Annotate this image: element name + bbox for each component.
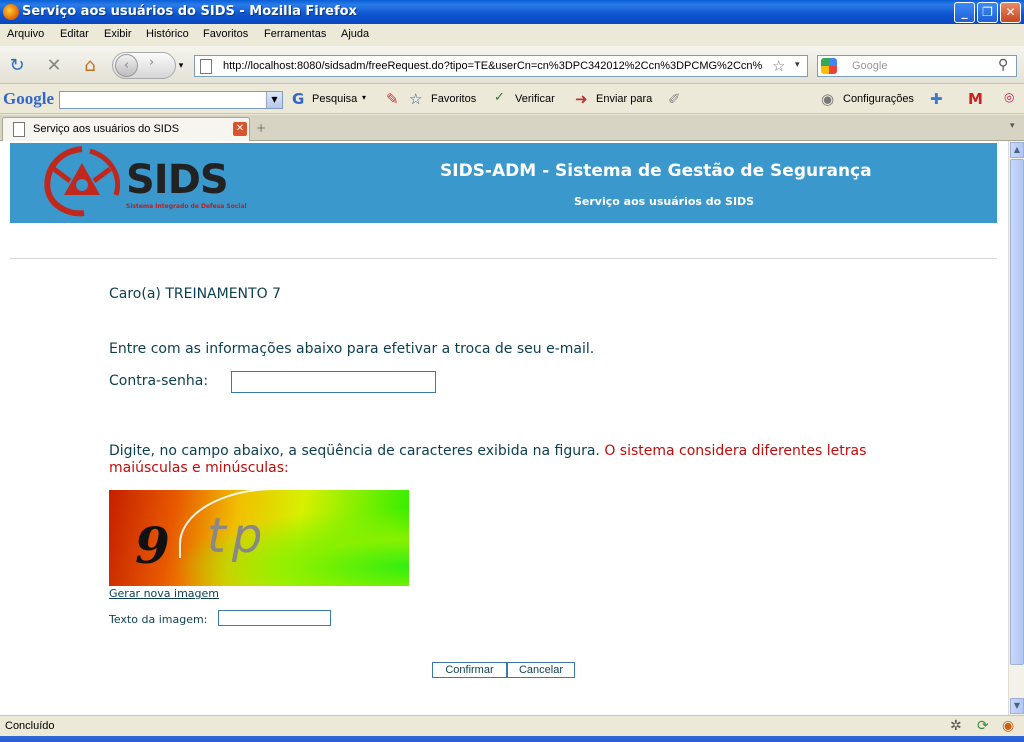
forward-icon[interactable]: › [149,55,154,70]
google-g-icon: G [292,90,305,108]
generate-new-image-link[interactable]: Gerar nova imagem [109,587,219,600]
vertical-scrollbar[interactable]: ▲ ▼ [1008,141,1024,715]
scrollbar-thumb[interactable] [1010,159,1024,665]
tab-close-icon[interactable]: ✕ [233,122,247,136]
search-icon[interactable]: ⚲ [998,57,1008,73]
maximize-button[interactable]: ❐ [977,2,998,23]
scroll-up-icon[interactable]: ▲ [1010,142,1024,158]
windows-taskbar [0,736,1024,742]
instructions-text: Entre com as informações abaixo para efe… [109,341,595,357]
contra-senha-label: Contra-senha: [109,373,209,389]
pesquisa-button[interactable]: Pesquisa [312,93,357,105]
google-engine-icon[interactable] [821,58,837,74]
status-bar: Concluído ✲ ⟳ ◉ [0,715,1024,735]
menu-exibir[interactable]: Exibir [104,28,132,40]
captcha-instructions: Digite, no campo abaixo, a seqüência de … [109,443,869,477]
sids-header-banner: SIDS Sistema Integrado de Defesa Social … [10,143,997,223]
add-icon[interactable]: ✚ [930,90,943,108]
settings-icon: ◉ [821,90,835,108]
menu-favoritos[interactable]: Favoritos [203,28,248,40]
image-text-label: Texto da imagem: [109,613,208,626]
url-dropdown-icon[interactable]: ▾ [795,60,800,70]
chevron-down-icon[interactable]: ▼ [266,92,282,108]
history-dropdown-icon[interactable]: ▾ [170,55,192,77]
address-bar[interactable]: http://localhost:8080/sidsadm/freeReques… [194,55,808,77]
bookmark-star-icon[interactable]: ☆ [772,57,785,75]
divider [10,258,997,259]
page-title: SIDS-ADM - Sistema de Gestão de Seguranç… [440,161,872,181]
google-logo: Google [3,89,54,108]
spellcheck-icon: ✓ [494,90,505,105]
captcha-char-dark: 9 [135,516,170,575]
news-icon[interactable]: ✎ [386,90,399,108]
window-title: Serviço aos usuários do SIDS - Mozilla F… [22,4,357,19]
back-forward-buttons: ‹ › [112,52,176,79]
orkut-icon[interactable]: ◎ [1004,90,1014,104]
send-icon: ➜ [575,90,588,108]
pesquisa-dropdown-icon[interactable]: ▾ [362,93,366,102]
favoritos-button[interactable]: Favoritos [431,93,476,105]
gmail-icon[interactable]: M [968,90,983,108]
menu-ferramentas[interactable]: Ferramentas [264,28,326,40]
menu-bar: Arquivo Editar Exibir Histórico Favorito… [0,24,1024,45]
search-placeholder: Google [852,60,888,72]
firefox-status-icon[interactable]: ◉ [1002,718,1014,734]
sids-logo-subtitle: Sistema Integrado de Defesa Social [126,203,247,210]
new-tab-icon[interactable]: + [256,121,266,135]
sids-logo-text: SIDS [126,157,229,203]
highlighter-icon[interactable]: ✐ [668,90,681,108]
captcha-chars-light: tp [207,508,269,564]
home-icon[interactable]: ⌂ [79,55,101,77]
stop-icon[interactable]: ✕ [43,55,65,77]
image-text-input[interactable] [218,610,331,626]
greeting-text: Caro(a) TREINAMENTO 7 [109,286,281,302]
google-search-input[interactable]: ▼ [59,91,283,109]
cancel-button[interactable]: Cancelar [507,662,575,678]
menu-editar[interactable]: Editar [60,28,89,40]
configuracoes-button[interactable]: Configurações [843,93,914,105]
favorites-star-icon: ☆ [409,90,423,108]
verificar-button[interactable]: Verificar [515,93,555,105]
contra-senha-input[interactable] [231,371,436,393]
tab-page-icon [13,122,25,137]
confirm-button[interactable]: Confirmar [432,662,507,678]
title-bar: Serviço aos usuários do SIDS - Mozilla F… [0,0,1024,24]
page-icon [200,59,212,74]
page-subtitle: Serviço aos usuários do SIDS [574,195,755,208]
page-content: SIDS Sistema Integrado de Defesa Social … [0,141,1008,715]
captcha-image: 9 tp [109,490,409,586]
tab-sids[interactable]: Serviço aos usuários do SIDS ✕ [2,117,250,141]
minimize-button[interactable]: _ [954,2,975,23]
tab-label: Serviço aos usuários do SIDS [33,123,180,135]
back-icon[interactable]: ‹ [115,54,138,77]
close-button[interactable]: ✕ [1000,2,1021,23]
browser-window: Serviço aos usuários do SIDS - Mozilla F… [0,0,1024,742]
url-text[interactable]: http://localhost:8080/sidsadm/freeReques… [223,60,763,72]
enviar-para-button[interactable]: Enviar para [596,93,652,105]
search-box[interactable]: Google ⚲ [817,55,1017,77]
tab-list-icon[interactable]: ▾ [1010,121,1015,131]
reload-icon[interactable]: ↻ [6,55,28,77]
firefox-icon [3,4,19,20]
menu-ajuda[interactable]: Ajuda [341,28,369,40]
tab-strip: Serviço aos usuários do SIDS ✕ + ▾ [0,115,1024,141]
menu-historico[interactable]: Histórico [146,28,189,40]
google-toolbar: Google ▼ G Pesquisa ▾ ✎ ☆ Favoritos ✓ Ve… [0,85,1024,114]
captcha-instruction-text: Digite, no campo abaixo, a seqüência de … [109,443,600,459]
addon-bug-icon[interactable]: ✲ [950,718,962,734]
sync-icon[interactable]: ⟳ [977,718,989,734]
status-text: Concluído [5,720,55,732]
menu-arquivo[interactable]: Arquivo [7,28,44,40]
sids-emblem-icon [44,146,120,217]
scroll-down-icon[interactable]: ▼ [1010,698,1024,714]
